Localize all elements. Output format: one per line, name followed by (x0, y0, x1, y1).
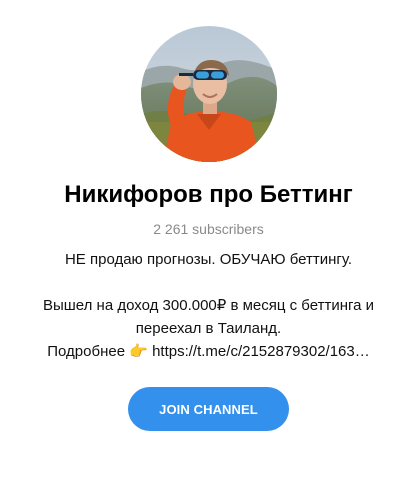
channel-card: Никифоров про Беттинг 2 261 subscribers … (0, 0, 417, 485)
subscriber-count: 2 261 subscribers (153, 221, 264, 237)
channel-title: Никифоров про Беттинг (64, 181, 353, 208)
channel-link[interactable]: https://t.me/c/2152879302/163… (152, 343, 370, 360)
description-more-line: Подробнее 👉 https://t.me/c/2152879302/16… (6, 340, 411, 363)
channel-description: НЕ продаю прогнозы. ОБУЧАЮ беттингу. Выш… (6, 248, 411, 363)
more-label: Подробнее (47, 343, 126, 360)
description-line-1: НЕ продаю прогнозы. ОБУЧАЮ беттингу. (64, 251, 353, 268)
pointing-hand-icon: 👉 (129, 343, 148, 360)
description-line-2: Вышел на доход 300.000₽ в месяц с беттин… (42, 297, 375, 314)
join-channel-button[interactable]: JOIN CHANNEL (128, 387, 289, 431)
description-gap (6, 271, 411, 294)
avatar-photo (140, 26, 277, 162)
description-line-3: переехал в Таиланд. (135, 320, 282, 337)
channel-avatar (140, 26, 277, 162)
